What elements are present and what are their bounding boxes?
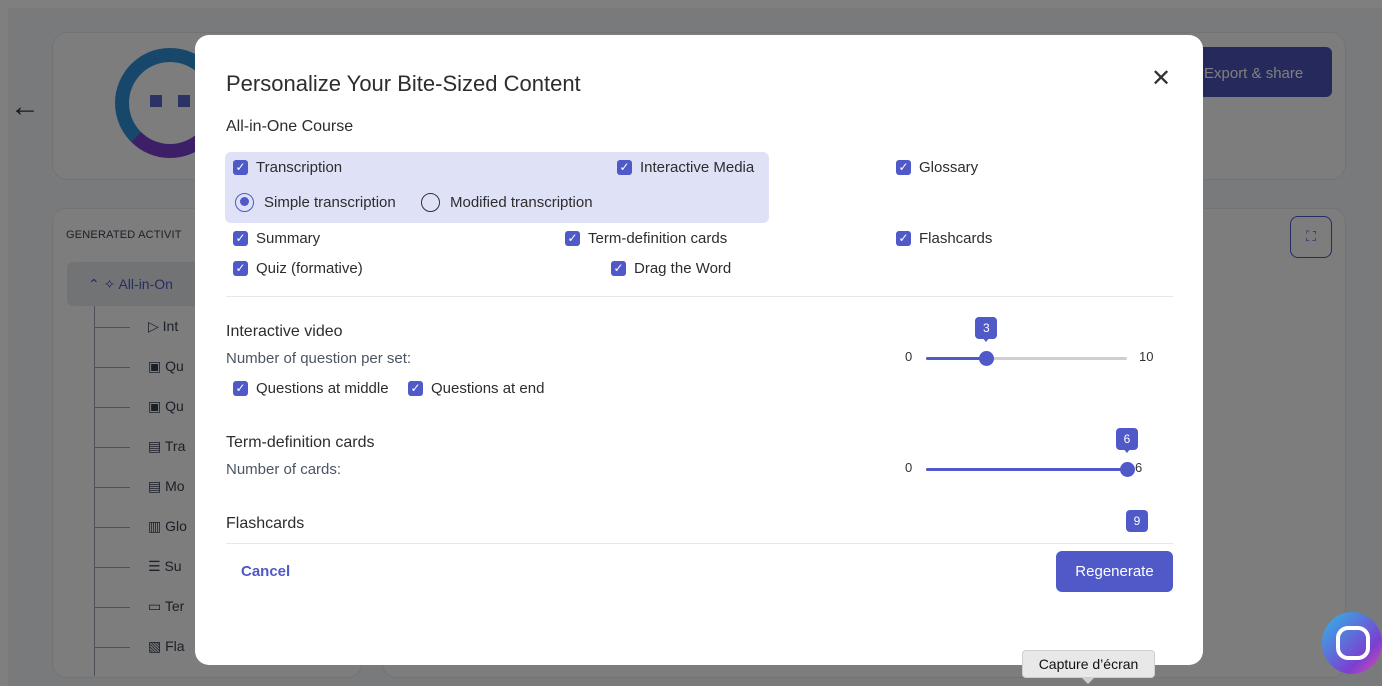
chat-assistant-icon bbox=[1336, 626, 1370, 660]
footer-divider bbox=[226, 543, 1173, 544]
slider-value-tooltip: 6 bbox=[1116, 428, 1138, 453]
check-icon: ✓ bbox=[408, 380, 423, 396]
checkbox-flashcards[interactable]: ✓ Flashcards bbox=[896, 228, 992, 248]
modal-title: Personalize Your Bite-Sized Content bbox=[226, 71, 581, 96]
card-count-slider[interactable]: 0 6 6 bbox=[895, 428, 1165, 478]
question-count-slider[interactable]: 0 3 10 bbox=[895, 317, 1165, 367]
check-icon: ✓ bbox=[233, 380, 248, 396]
cancel-button[interactable]: Cancel bbox=[241, 563, 290, 580]
checkbox-interactive-media[interactable]: ✓ Interactive Media bbox=[617, 157, 754, 177]
slider-max-label: 10 bbox=[1139, 349, 1154, 364]
checkbox-glossary[interactable]: ✓ Glossary bbox=[896, 157, 978, 177]
radio-selected-icon bbox=[235, 192, 254, 212]
check-icon: ✓ bbox=[896, 230, 911, 246]
slider-thumb[interactable] bbox=[1120, 462, 1135, 477]
interactive-video-subtitle: Number of question per set: bbox=[226, 350, 412, 367]
personalize-modal: Personalize Your Bite-Sized Content ✕ Al… bbox=[195, 35, 1203, 665]
flashcards-title: Flashcards bbox=[226, 515, 305, 532]
slider-fill bbox=[926, 468, 1127, 471]
check-icon: ✓ bbox=[233, 260, 248, 276]
flashcards-slider-value-tooltip: 9 bbox=[1126, 510, 1148, 532]
divider bbox=[226, 296, 1173, 297]
check-icon: ✓ bbox=[896, 159, 911, 175]
radio-unselected-icon bbox=[421, 192, 440, 212]
check-icon: ✓ bbox=[233, 159, 248, 175]
slider-fill bbox=[926, 357, 987, 360]
term-cards-subtitle: Number of cards: bbox=[226, 461, 342, 478]
slider-value-tooltip: 3 bbox=[975, 317, 998, 342]
checkbox-summary[interactable]: ✓ Summary bbox=[233, 228, 320, 248]
regenerate-button[interactable]: Regenerate bbox=[1056, 551, 1173, 592]
checkbox-questions-end[interactable]: ✓ Questions at end bbox=[408, 378, 544, 398]
slider-track[interactable]: 6 bbox=[926, 428, 1138, 477]
slider-min-label: 0 bbox=[905, 349, 913, 364]
checkbox-transcription[interactable]: ✓ Transcription bbox=[233, 157, 342, 177]
section-label: All-in-One Course bbox=[226, 118, 354, 135]
checkbox-term-definition-cards[interactable]: ✓ Term-definition cards bbox=[565, 228, 727, 248]
tooltip-arrow bbox=[1082, 678, 1094, 684]
checkbox-questions-middle[interactable]: ✓ Questions at middle bbox=[233, 378, 389, 398]
slider-max-label: 6 bbox=[1135, 460, 1143, 475]
radio-simple-transcription[interactable]: Simple transcription bbox=[235, 191, 396, 213]
screenshot-tooltip: Capture d’écran bbox=[1022, 650, 1155, 678]
checkbox-drag-the-word[interactable]: ✓ Drag the Word bbox=[611, 258, 731, 278]
slider-track[interactable]: 3 bbox=[926, 317, 1127, 366]
check-icon: ✓ bbox=[565, 230, 580, 246]
term-cards-title: Term-definition cards bbox=[226, 434, 375, 451]
slider-min-label: 0 bbox=[905, 460, 913, 475]
check-icon: ✓ bbox=[233, 230, 248, 246]
check-icon: ✓ bbox=[617, 159, 632, 175]
interactive-video-title: Interactive video bbox=[226, 323, 343, 340]
slider-thumb[interactable] bbox=[979, 351, 995, 366]
check-icon: ✓ bbox=[611, 260, 626, 276]
close-icon[interactable]: ✕ bbox=[1149, 67, 1173, 91]
radio-modified-transcription[interactable]: Modified transcription bbox=[421, 191, 593, 213]
checkbox-quiz-formative[interactable]: ✓ Quiz (formative) bbox=[233, 258, 363, 278]
